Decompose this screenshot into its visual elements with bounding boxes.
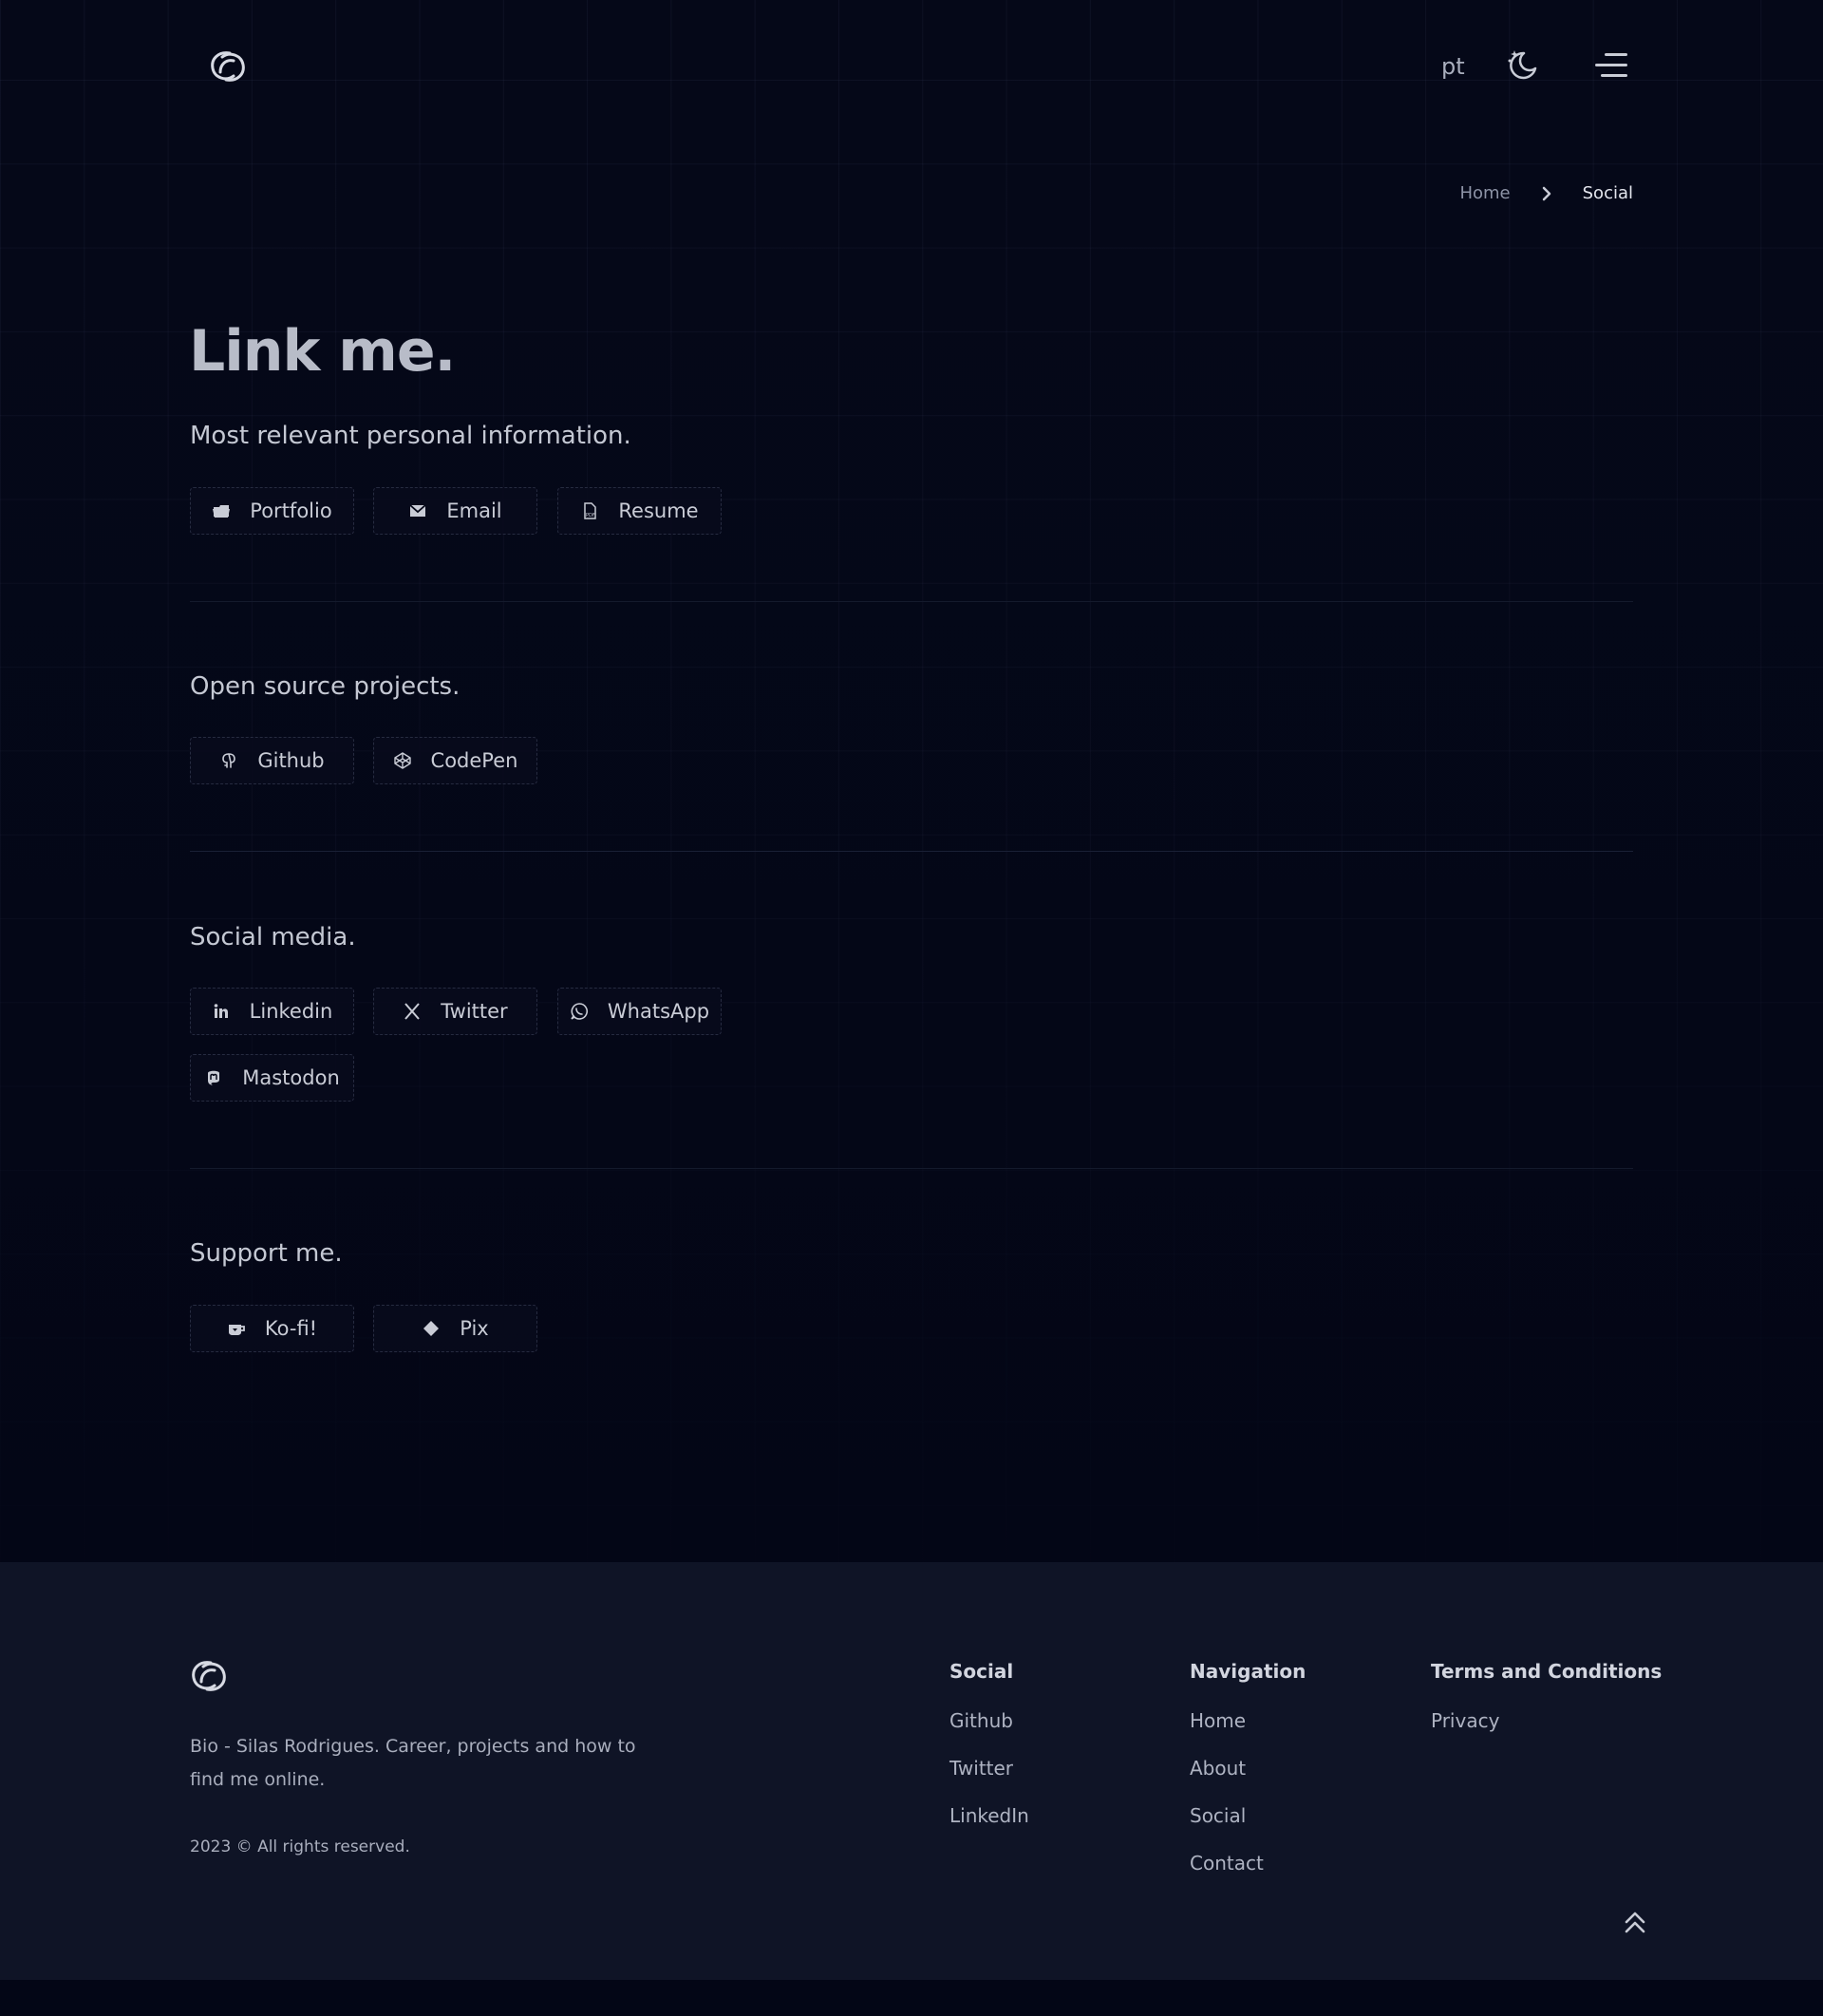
footer-link-social[interactable]: Social	[1190, 1804, 1306, 1827]
breadcrumb-home[interactable]: Home	[1459, 183, 1510, 203]
linkedin-label: Linkedin	[249, 1000, 333, 1023]
section-title-social-media: Social media.	[190, 923, 356, 951]
page-bottom-strip	[0, 1980, 1823, 2016]
section-divider	[190, 601, 1633, 602]
footer-link-linkedin[interactable]: LinkedIn	[949, 1804, 1029, 1827]
breadcrumb: Home Social	[1459, 183, 1633, 203]
footer-logo-icon[interactable]	[188, 1657, 230, 1695]
codepen-button[interactable]: CodePen	[373, 737, 537, 784]
github-icon	[219, 751, 238, 770]
whatsapp-icon	[570, 1002, 589, 1021]
footer-copyright: 2023 © All rights reserved.	[190, 1837, 410, 1856]
section-divider	[190, 1168, 1633, 1169]
portfolio-label: Portfolio	[250, 499, 332, 522]
chevron-right-icon	[1539, 184, 1554, 203]
footer-link-home[interactable]: Home	[1190, 1709, 1306, 1732]
mastodon-label: Mastodon	[242, 1066, 340, 1089]
svg-text:PDF: PDF	[586, 513, 595, 518]
double-chevron-up-icon[interactable]	[1622, 1909, 1648, 1935]
kofi-label: Ko-fi!	[264, 1317, 318, 1340]
twitter-label: Twitter	[441, 1000, 508, 1023]
email-label: Email	[446, 499, 502, 522]
section-title-open-source: Open source projects.	[190, 672, 460, 701]
linkedin-icon	[212, 1002, 231, 1021]
mastodon-icon	[204, 1068, 223, 1087]
footer-description: Bio - Silas Rodrigues. Career, projects …	[190, 1736, 636, 1790]
section-title-support: Support me.	[190, 1239, 343, 1268]
breadcrumb-current: Social	[1582, 183, 1633, 203]
pdf-file-icon: PDF	[580, 501, 599, 520]
whatsapp-label: WhatsApp	[607, 1000, 710, 1023]
codepen-icon	[393, 751, 412, 770]
mastodon-button[interactable]: Mastodon	[190, 1054, 354, 1102]
page-title: Link me.	[189, 318, 456, 385]
footer-column-navigation: Navigation Home About Social Contact	[1190, 1660, 1306, 1899]
linkedin-button[interactable]: Linkedin	[190, 988, 354, 1035]
pix-button[interactable]: Pix	[373, 1305, 537, 1352]
header: pt	[0, 0, 1823, 133]
hamburger-menu-icon[interactable]	[1591, 51, 1627, 82]
logo-icon[interactable]	[207, 47, 249, 85]
pix-label: Pix	[460, 1317, 489, 1340]
codepen-label: CodePen	[430, 749, 518, 772]
moon-stars-icon[interactable]	[1505, 46, 1543, 84]
x-icon	[403, 1002, 422, 1021]
folder-icon	[212, 501, 231, 520]
github-label: Github	[257, 749, 325, 772]
envelope-icon	[408, 501, 427, 520]
footer-link-about[interactable]: About	[1190, 1757, 1306, 1780]
resume-button[interactable]: PDF Resume	[557, 487, 722, 535]
resume-label: Resume	[618, 499, 699, 522]
footer-link-twitter[interactable]: Twitter	[949, 1757, 1029, 1780]
footer-column-terms: Terms and Conditions Privacy	[1431, 1660, 1662, 1757]
section-divider	[190, 851, 1633, 852]
footer-column-title: Social	[949, 1660, 1014, 1683]
footer-link-contact[interactable]: Contact	[1190, 1852, 1306, 1875]
footer-column-social: Social Github Twitter LinkedIn	[949, 1660, 1029, 1852]
kofi-cup-icon	[227, 1319, 246, 1338]
language-toggle[interactable]: pt	[1441, 53, 1465, 80]
footer-link-github[interactable]: Github	[949, 1709, 1029, 1732]
email-button[interactable]: Email	[373, 487, 537, 535]
footer-column-title: Navigation	[1190, 1660, 1306, 1683]
whatsapp-button[interactable]: WhatsApp	[557, 988, 722, 1035]
portfolio-button[interactable]: Portfolio	[190, 487, 354, 535]
pix-icon	[422, 1319, 441, 1338]
footer-link-privacy[interactable]: Privacy	[1431, 1709, 1662, 1732]
kofi-button[interactable]: Ko-fi!	[190, 1305, 354, 1352]
twitter-button[interactable]: Twitter	[373, 988, 537, 1035]
section-title-personal: Most relevant personal information.	[190, 422, 631, 450]
github-button[interactable]: Github	[190, 737, 354, 784]
footer-column-title: Terms and Conditions	[1431, 1660, 1663, 1683]
